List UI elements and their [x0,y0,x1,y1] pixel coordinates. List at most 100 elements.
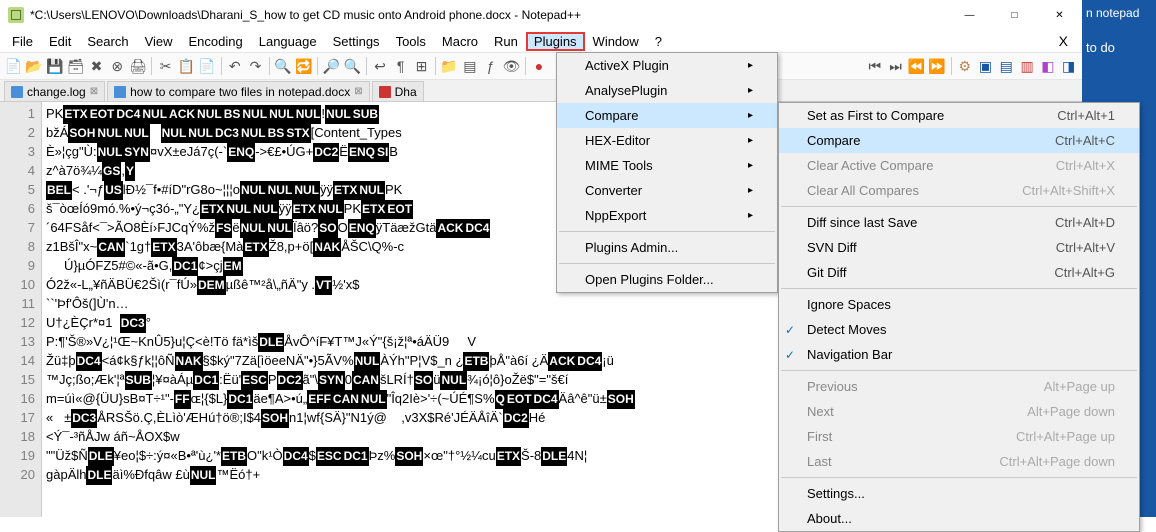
compare-item-compare[interactable]: CompareCtrl+Alt+C [779,128,1139,153]
compare-item-first: FirstCtrl+Alt+Page up [779,424,1139,449]
tab-close-icon[interactable]: ⊠ [90,86,98,97]
secondary-close-button[interactable]: X [1049,33,1078,49]
plugins-item-open-plugins-folder-[interactable]: Open Plugins Folder... [557,267,777,292]
hidden-chars-icon[interactable]: ¶ [391,55,410,77]
compare-item-clear-all-compares: Clear All ComparesCtrl+Alt+Shift+X [779,178,1139,203]
compare-item-about-[interactable]: About... [779,506,1139,531]
func-list-icon[interactable]: ƒ [481,55,500,77]
tab-label: Dha [395,85,417,99]
file-icon [114,86,126,98]
undo-icon[interactable]: ↶ [225,55,244,77]
menu-file[interactable]: File [4,32,41,51]
compare-item-settings-[interactable]: Settings... [779,481,1139,506]
tab-label: how to compare two files in notepad.docx [130,85,350,99]
folder-icon[interactable]: 📁 [440,55,459,77]
app-icon [8,7,24,23]
plugins-item-activex-plugin[interactable]: ActiveX Plugin▸ [557,53,777,78]
compare-first-icon[interactable]: ⏪ [907,55,926,77]
print-icon[interactable]: 🖨 [129,55,148,77]
compare-prev-icon[interactable]: ⏮ [865,55,884,77]
side-header: n notepad [1082,0,1156,26]
plugins-item-hex-editor[interactable]: HEX-Editor▸ [557,128,777,153]
save-all-icon[interactable]: 🗃 [66,55,85,77]
close-icon[interactable]: ✖ [87,55,106,77]
save-icon[interactable]: 💾 [46,55,65,77]
menubar: File Edit Search View Encoding Language … [0,30,1082,52]
menu-tools[interactable]: Tools [388,32,434,51]
titlebar: *C:\Users\LENOVO\Downloads\Dharani_S_how… [0,0,1082,30]
menu-search[interactable]: Search [79,32,136,51]
file-icon [379,86,391,98]
toolbar: 📄 📂 💾 🗃 ✖ ⊗ 🖨 ✂ 📋 📄 ↶ ↷ 🔍 🔁 🔎 🔍 ↩ ¶ ⊞ 📁 … [0,52,1082,80]
compare-item-diff-since-last-save[interactable]: Diff since last SaveCtrl+Alt+D [779,210,1139,235]
plugins-item-analyseplugin[interactable]: AnalysePlugin▸ [557,78,777,103]
cut-icon[interactable]: ✂ [156,55,175,77]
menu-settings[interactable]: Settings [325,32,388,51]
file-icon [11,86,23,98]
window-title: *C:\Users\LENOVO\Downloads\Dharani_S_how… [30,8,947,22]
menu-plugins[interactable]: Plugins [526,32,585,51]
plugins-item-compare[interactable]: Compare▸ [557,103,777,128]
redo-icon[interactable]: ↷ [246,55,265,77]
tab-changelog[interactable]: change.log ⊠ [4,81,105,101]
menu-window[interactable]: Window [585,32,647,51]
line-gutter: 1234567891011121314151617181920 [0,102,42,517]
close-all-icon[interactable]: ⊗ [108,55,127,77]
record-macro-icon[interactable]: ● [530,55,549,77]
toolbar-separator [435,57,436,75]
compare-item-set-as-first-to-compare[interactable]: Set as First to CompareCtrl+Alt+1 [779,103,1139,128]
toolbar-separator [269,57,270,75]
menu-view[interactable]: View [137,32,181,51]
indent-guide-icon[interactable]: ⊞ [412,55,431,77]
toolbar-separator [525,57,526,75]
paste-icon[interactable]: 📄 [198,55,217,77]
toolbar-separator [951,57,952,75]
replace-icon[interactable]: 🔁 [295,55,314,77]
menu-run[interactable]: Run [486,32,526,51]
compare-item-git-diff[interactable]: Git DiffCtrl+Alt+G [779,260,1139,285]
wrap-icon[interactable]: ↩ [371,55,390,77]
compare-last-icon[interactable]: ⏩ [928,55,947,77]
tab-label: change.log [27,85,86,99]
compare-item-ignore-spaces[interactable]: Ignore Spaces [779,292,1139,317]
menu-language[interactable]: Language [251,32,325,51]
plugins-item-plugins-admin-[interactable]: Plugins Admin... [557,235,777,260]
doc-map-icon[interactable]: ▤ [460,55,479,77]
menu-help[interactable]: ? [647,32,670,51]
plugins-item-converter[interactable]: Converter▸ [557,178,777,203]
tab-close-icon[interactable]: ⊠ [354,86,362,97]
plugins-item-mime-tools[interactable]: MIME Tools▸ [557,153,777,178]
toolbar-separator [366,57,367,75]
plugins-dropdown: ActiveX Plugin▸AnalysePlugin▸Compare▸HEX… [556,52,778,293]
compare-item-navigation-bar[interactable]: ✓Navigation Bar [779,342,1139,367]
hex-c-icon[interactable]: ▥ [1018,55,1037,77]
zoom-out-icon[interactable]: 🔍 [343,55,362,77]
compare-item-detect-moves[interactable]: ✓Detect Moves [779,317,1139,342]
monitor-icon[interactable]: 👁 [502,55,521,77]
open-file-icon[interactable]: 📂 [25,55,44,77]
close-window-button[interactable]: ✕ [1037,0,1082,30]
plugins-item-nppexport[interactable]: NppExport▸ [557,203,777,228]
compare-next-icon[interactable]: ⏭ [886,55,905,77]
find-icon[interactable]: 🔍 [274,55,293,77]
tab-bar: change.log ⊠ how to compare two files in… [0,80,1082,102]
compare-item-svn-diff[interactable]: SVN DiffCtrl+Alt+V [779,235,1139,260]
compare-item-previous: PreviousAlt+Page up [779,374,1139,399]
tab-how-to-compare[interactable]: how to compare two files in notepad.docx… [107,81,370,101]
tab-dha[interactable]: Dha [372,81,424,101]
hex-e-icon[interactable]: ◨ [1059,55,1078,77]
zoom-in-icon[interactable]: 🔎 [322,55,341,77]
maximize-button[interactable]: □ [992,0,1037,30]
compare-icon[interactable]: ⚙ [955,55,974,77]
hex-a-icon[interactable]: ▣ [976,55,995,77]
toolbar-separator [317,57,318,75]
new-file-icon[interactable]: 📄 [4,55,23,77]
minimize-button[interactable]: — [947,0,992,30]
menu-edit[interactable]: Edit [41,32,79,51]
menu-macro[interactable]: Macro [434,32,486,51]
hex-d-icon[interactable]: ◧ [1038,55,1057,77]
copy-icon[interactable]: 📋 [177,55,196,77]
hex-b-icon[interactable]: ▤ [997,55,1016,77]
menu-encoding[interactable]: Encoding [181,32,251,51]
compare-item-clear-active-compare: Clear Active CompareCtrl+Alt+X [779,153,1139,178]
